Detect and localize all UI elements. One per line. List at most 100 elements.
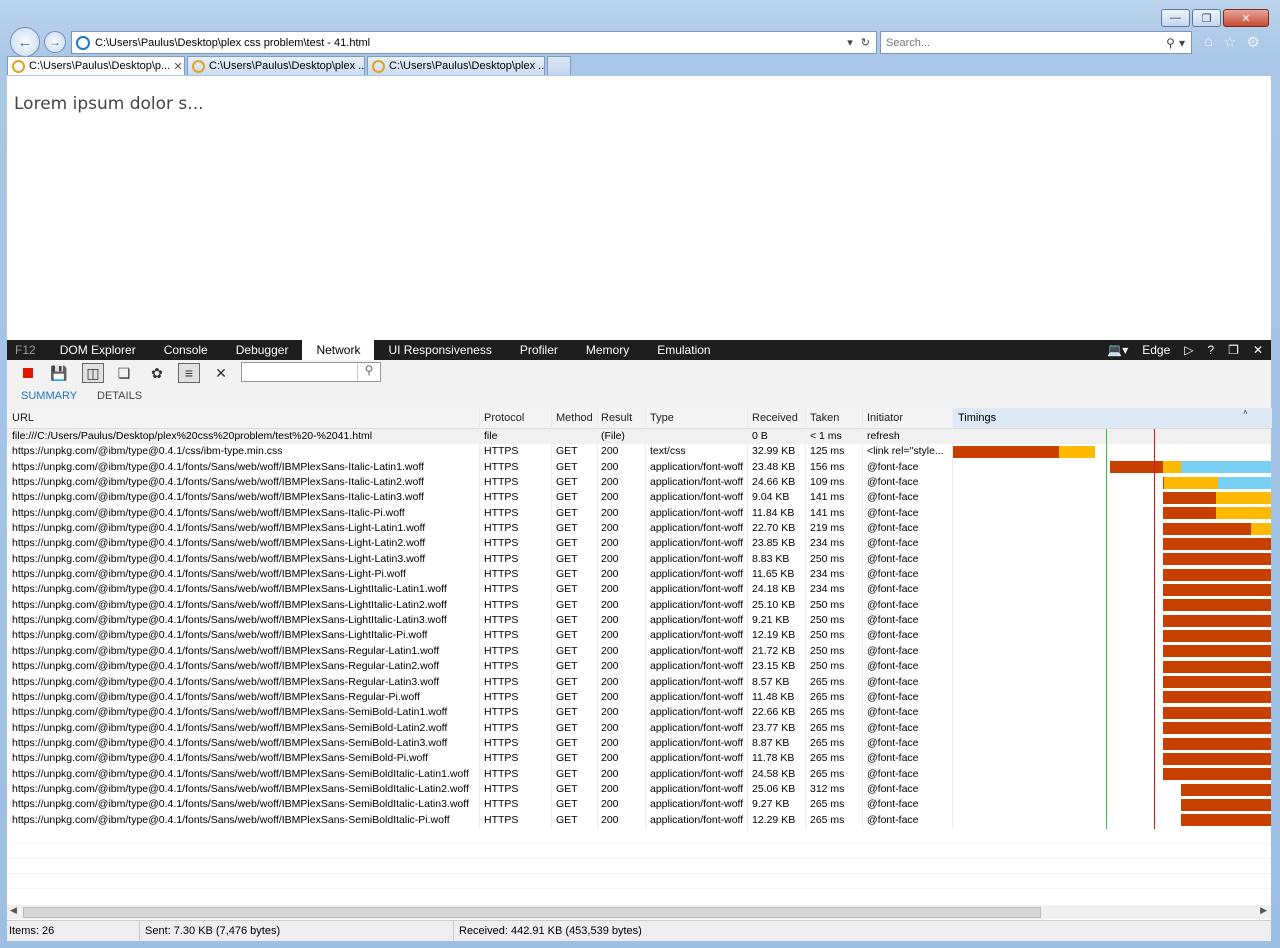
timing-bar[interactable] bbox=[1164, 476, 1218, 489]
dropdown-icon[interactable]: ▾ bbox=[847, 36, 853, 49]
back-button[interactable]: ← bbox=[10, 27, 40, 57]
filter-toggle-button[interactable]: ≡ bbox=[178, 363, 200, 383]
minimize-button[interactable]: — bbox=[1161, 9, 1190, 27]
search-input[interactable] bbox=[881, 35, 1167, 50]
timing-bar[interactable] bbox=[1181, 461, 1271, 474]
maximize-button[interactable]: ❐ bbox=[1192, 9, 1221, 27]
row-method: GET bbox=[556, 782, 578, 795]
col-type[interactable]: Type bbox=[650, 412, 674, 424]
col-protocol[interactable]: Protocol bbox=[484, 412, 524, 424]
document-mode[interactable]: Edge bbox=[1142, 343, 1170, 357]
col-initiator[interactable]: Initiator bbox=[867, 412, 903, 424]
tab-dom-explorer[interactable]: DOM Explorer bbox=[46, 340, 150, 360]
home-icon[interactable]: ⌂ bbox=[1204, 33, 1213, 51]
tab-profiler[interactable]: Profiler bbox=[506, 340, 572, 360]
tab-ui-responsiveness[interactable]: UI Responsiveness bbox=[374, 340, 505, 360]
timing-bar[interactable] bbox=[1059, 445, 1095, 458]
browser-tab[interactable]: C:\Users\Paulus\Desktop\plex ... bbox=[187, 56, 365, 75]
timing-bar[interactable] bbox=[1218, 476, 1271, 489]
search-icon[interactable]: ⚲ bbox=[1166, 36, 1175, 50]
timing-bar[interactable] bbox=[1163, 706, 1271, 719]
scrollbar-thumb[interactable] bbox=[23, 907, 1041, 918]
tab-memory[interactable]: Memory bbox=[572, 340, 643, 360]
subtab-details[interactable]: DETAILS bbox=[97, 390, 142, 402]
tab-debugger[interactable]: Debugger bbox=[222, 340, 303, 360]
clear-cookies-button[interactable]: ✿ bbox=[146, 363, 168, 383]
row-method: GET bbox=[556, 660, 578, 673]
timing-bar[interactable] bbox=[1181, 783, 1271, 796]
close-window-button[interactable]: ✕ bbox=[1223, 9, 1269, 27]
col-url[interactable]: URL bbox=[12, 412, 34, 424]
clear-on-navigate-button[interactable]: ❏ bbox=[113, 363, 135, 383]
timing-bar[interactable] bbox=[1163, 599, 1271, 612]
col-timings[interactable]: Timings ˄ bbox=[952, 408, 1272, 428]
timing-bar[interactable] bbox=[1163, 537, 1271, 550]
timing-bar[interactable] bbox=[1163, 722, 1271, 735]
timing-bar[interactable] bbox=[1110, 461, 1163, 474]
export-button[interactable]: 💾 bbox=[48, 363, 70, 383]
filter-box[interactable]: ⚲ bbox=[241, 362, 381, 382]
timing-bar[interactable] bbox=[1163, 553, 1271, 566]
timing-bar[interactable] bbox=[1163, 568, 1271, 581]
timing-bar[interactable] bbox=[1163, 676, 1271, 689]
filter-input[interactable] bbox=[242, 363, 356, 381]
col-received[interactable]: Received bbox=[752, 412, 798, 424]
timing-bar[interactable] bbox=[1163, 645, 1271, 658]
timing-bar[interactable] bbox=[1163, 660, 1271, 673]
timing-bar[interactable] bbox=[1251, 522, 1271, 535]
clear-entries-button[interactable]: ✕ bbox=[210, 363, 232, 383]
row-url: https://unpkg.com/@ibm/type@0.4.1/fonts/… bbox=[12, 767, 469, 780]
timing-bar[interactable] bbox=[1163, 491, 1216, 504]
timing-bar[interactable] bbox=[1163, 630, 1271, 643]
device-mode-icon[interactable]: 💻▾ bbox=[1107, 343, 1128, 357]
address-text[interactable]: C:\Users\Paulus\Desktop\plex css problem… bbox=[95, 37, 847, 49]
console-prompt-icon[interactable]: ▷ bbox=[1184, 343, 1193, 357]
timing-bar[interactable] bbox=[1163, 507, 1216, 520]
tab-console[interactable]: Console bbox=[150, 340, 222, 360]
col-result[interactable]: Result bbox=[601, 412, 632, 424]
new-tab-button[interactable] bbox=[547, 56, 571, 75]
col-method[interactable]: Method bbox=[556, 412, 593, 424]
stop-recording-button[interactable] bbox=[17, 363, 39, 383]
scroll-left-icon[interactable]: ◀ bbox=[10, 905, 17, 916]
undock-icon[interactable]: ❐ bbox=[1228, 343, 1239, 357]
row-url: https://unpkg.com/@ibm/type@0.4.1/fonts/… bbox=[12, 736, 448, 749]
forward-button[interactable]: → bbox=[44, 31, 66, 53]
horizontal-scrollbar[interactable]: ◀ ▶ bbox=[7, 905, 1271, 919]
scroll-right-icon[interactable]: ▶ bbox=[1260, 905, 1267, 916]
timing-bar[interactable] bbox=[1163, 461, 1181, 474]
browser-tab[interactable]: C:\Users\Paulus\Desktop\p... ✕ bbox=[7, 56, 185, 75]
timing-bar[interactable] bbox=[953, 445, 1059, 458]
timing-bar[interactable] bbox=[1216, 507, 1271, 520]
address-bar[interactable]: C:\Users\Paulus\Desktop\plex css problem… bbox=[71, 31, 877, 54]
close-tab-icon[interactable]: ✕ bbox=[172, 60, 184, 73]
timing-bar[interactable] bbox=[1163, 584, 1271, 596]
search-box[interactable]: ⚲ ▾ bbox=[880, 31, 1192, 54]
timing-bar[interactable] bbox=[1181, 798, 1271, 811]
help-icon[interactable]: ? bbox=[1207, 343, 1214, 357]
always-refresh-button[interactable]: ◫ bbox=[82, 363, 104, 383]
col-taken[interactable]: Taken bbox=[810, 412, 839, 424]
favorites-star-icon[interactable]: ☆ bbox=[1223, 33, 1236, 51]
row-taken: 265 ms bbox=[810, 690, 845, 703]
refresh-icon[interactable]: ↻ bbox=[861, 36, 870, 49]
search-icon[interactable]: ⚲ bbox=[357, 363, 380, 381]
timing-bar[interactable] bbox=[1163, 768, 1271, 781]
timing-bar[interactable] bbox=[1216, 491, 1271, 504]
tab-network[interactable]: Network bbox=[302, 340, 375, 360]
close-devtools-icon[interactable]: ✕ bbox=[1253, 343, 1263, 357]
browser-tab[interactable]: C:\Users\Paulus\Desktop\plex ... bbox=[367, 56, 545, 75]
row-type: application/font-woff bbox=[650, 506, 744, 519]
row-type: application/font-woff bbox=[650, 767, 744, 780]
timing-bar[interactable] bbox=[1163, 737, 1271, 750]
timing-bar[interactable] bbox=[1181, 814, 1271, 827]
tab-emulation[interactable]: Emulation bbox=[643, 340, 724, 360]
search-dropdown-icon[interactable]: ▾ bbox=[1179, 36, 1185, 50]
settings-gear-icon[interactable]: ⚙ bbox=[1247, 33, 1260, 51]
subtab-summary[interactable]: SUMMARY bbox=[21, 390, 77, 402]
timing-bar[interactable] bbox=[1163, 691, 1271, 704]
timing-bar[interactable] bbox=[1163, 522, 1251, 535]
timing-bar[interactable] bbox=[1163, 752, 1271, 765]
row-type: application/font-woff bbox=[650, 736, 744, 749]
timing-bar[interactable] bbox=[1163, 614, 1271, 627]
